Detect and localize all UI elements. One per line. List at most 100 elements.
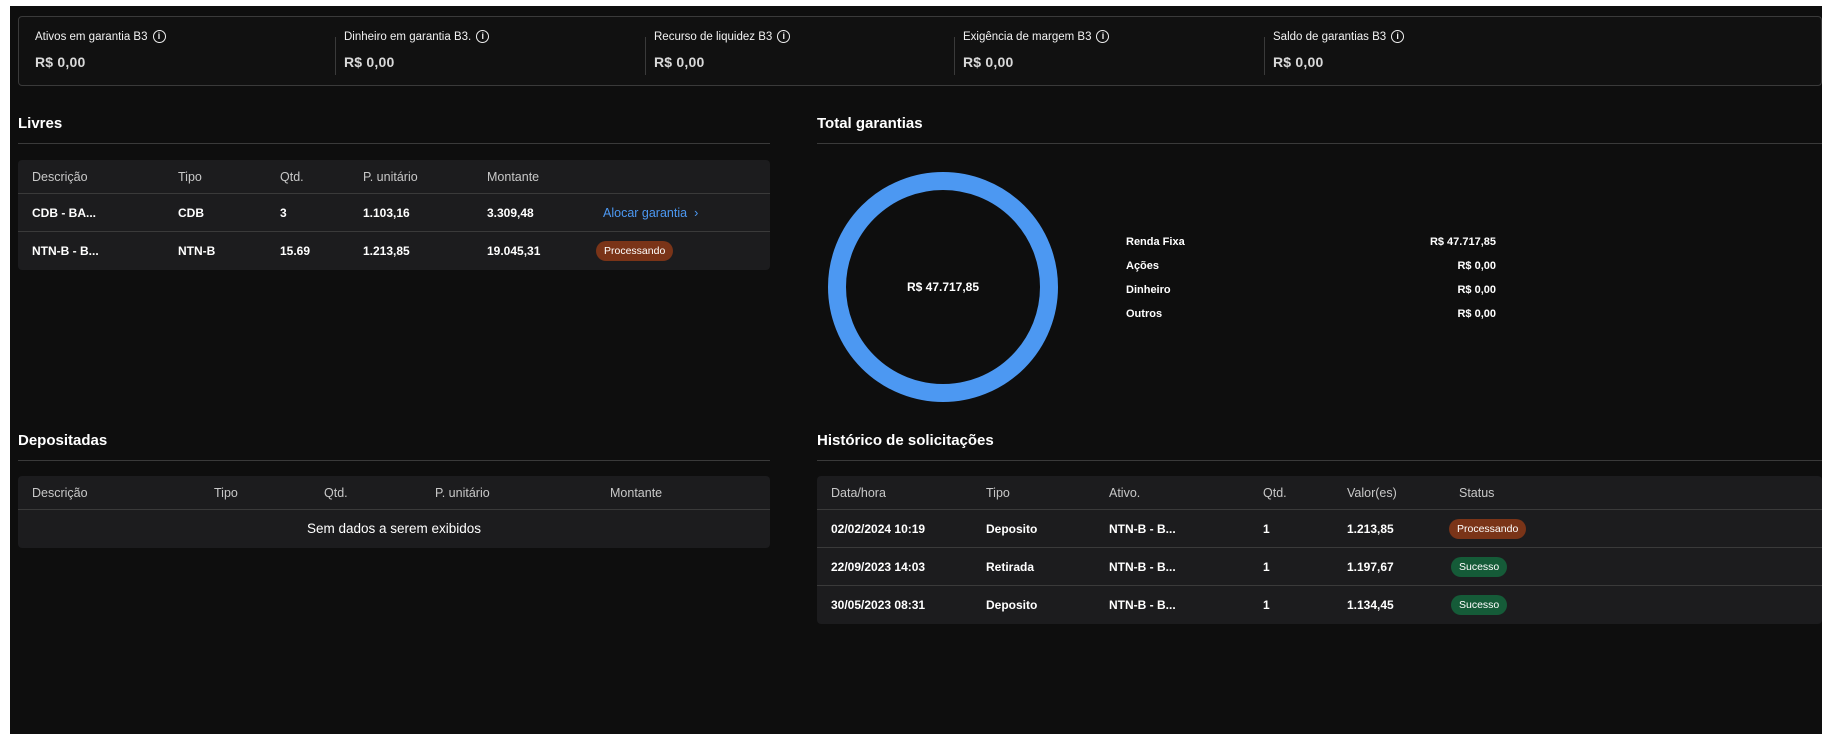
column-header[interactable]: P. unitário	[363, 160, 418, 193]
livres-title: Livres	[18, 115, 63, 132]
legend-item: Outros R$ 0,00	[1126, 308, 1496, 324]
cell-p-unitario: 1.103,16	[363, 205, 410, 220]
donut-chart: R$ 47.717,85	[827, 171, 1059, 403]
summary-value: R$ 0,00	[1273, 54, 1324, 70]
divider	[645, 37, 646, 75]
cell-valor: 1.197,67	[1347, 559, 1394, 574]
status-cell: Processando	[596, 232, 674, 269]
cell-tipo: Retirada	[986, 559, 1035, 574]
summary-value: R$ 0,00	[654, 54, 705, 70]
status-badge: Sucesso	[1451, 556, 1508, 577]
column-header[interactable]: Valor(es)	[1347, 476, 1397, 509]
summary-label: Dinheiro em garantia B3.	[344, 30, 472, 43]
divider	[954, 37, 955, 75]
link-label: Alocar garantia	[603, 205, 688, 220]
status-cell: Processando	[1449, 510, 1527, 547]
table-row: 02/02/2024 10:19 Deposito NTN-B - B... 1…	[817, 510, 1822, 548]
livres-table: Descrição Tipo Qtd. P. unitário Montante…	[18, 160, 770, 270]
historico-table: Data/hora Tipo Ativo. Qtd. Valor(es) Sta…	[817, 476, 1822, 624]
column-header[interactable]: Status	[1459, 476, 1494, 509]
legend-label: Dinheiro	[1126, 284, 1171, 296]
garantias-page: Ativos em garantia B3 i R$ 0,00 Dinheiro …	[10, 6, 1822, 734]
column-header[interactable]: Descrição	[32, 160, 88, 193]
divider	[335, 37, 336, 75]
cell-valor: 1.134,45	[1347, 597, 1394, 612]
cell-data: 30/05/2023 08:31	[831, 597, 926, 612]
legend-value: R$ 47.717,85	[1429, 236, 1496, 248]
cell-qtd: 1	[1263, 521, 1270, 536]
cell-valor: 1.213,85	[1347, 521, 1394, 536]
summary-label: Recurso de liquidez B3	[654, 30, 773, 43]
column-header[interactable]: Tipo	[214, 476, 238, 509]
table-row: 22/09/2023 14:03 Retirada NTN-B - B... 1…	[817, 548, 1822, 586]
chevron-right-icon: ›	[694, 205, 699, 220]
table-row: NTN-B - B... NTN-B 15.69 1.213,85 19.045…	[18, 232, 770, 269]
info-icon[interactable]: i	[1391, 30, 1405, 43]
column-header[interactable]: Descrição	[32, 476, 88, 509]
empty-row: Sem dados a serem exibidos	[18, 510, 770, 547]
table-header: Data/hora Tipo Ativo. Qtd. Valor(es) Sta…	[817, 476, 1822, 510]
summary-label: Ativos em garantia B3	[35, 30, 148, 43]
table-header: Descrição Tipo Qtd. P. unitário Montante	[18, 160, 770, 194]
summary-saldo: Saldo de garantias B3 i R$ 0,00	[1273, 30, 1405, 70]
column-header[interactable]: Ativo.	[1109, 476, 1140, 509]
summary-bar: Ativos em garantia B3 i R$ 0,00 Dinheiro …	[18, 16, 1822, 86]
table-header: Descrição Tipo Qtd. P. unitário Montante	[18, 476, 770, 510]
cell-montante: 3.309,48	[487, 205, 534, 220]
divider	[1264, 37, 1265, 75]
cell-ativo: NTN-B - B...	[1109, 521, 1176, 536]
legend-label: Renda Fixa	[1126, 236, 1185, 248]
historico-title: Histórico de solicitações	[817, 432, 994, 449]
cell-descricao: CDB - BA...	[32, 205, 96, 220]
column-header[interactable]: Tipo	[178, 160, 202, 193]
table-row: 30/05/2023 08:31 Deposito NTN-B - B... 1…	[817, 586, 1822, 623]
cell-montante: 19.045,31	[487, 243, 541, 258]
cell-data: 22/09/2023 14:03	[831, 559, 926, 574]
column-header[interactable]: P. unitário	[435, 476, 490, 509]
cell-ativo: NTN-B - B...	[1109, 559, 1176, 574]
column-header[interactable]: Data/hora	[831, 476, 886, 509]
column-header[interactable]: Qtd.	[324, 476, 348, 509]
legend-label: Ações	[1126, 260, 1160, 272]
cell-tipo: Deposito	[986, 521, 1038, 536]
cell-descricao: NTN-B - B...	[32, 243, 99, 258]
section-divider	[817, 460, 1822, 461]
legend-label: Outros	[1126, 308, 1163, 320]
status-cell: Sucesso	[1451, 586, 1508, 623]
info-icon[interactable]: i	[152, 30, 166, 43]
section-divider	[18, 460, 770, 461]
cell-qtd: 1	[1263, 597, 1270, 612]
summary-value: R$ 0,00	[35, 54, 86, 70]
table-row: CDB - BA... CDB 3 1.103,16 3.309,48 Aloc…	[18, 194, 770, 232]
status-badge: Processando	[1449, 518, 1527, 539]
donut-center-label: R$ 47.717,85	[906, 280, 980, 294]
column-header[interactable]: Qtd.	[280, 160, 304, 193]
depositadas-title: Depositadas	[18, 432, 108, 449]
info-icon[interactable]: i	[476, 30, 490, 43]
total-garantias-title: Total garantias	[817, 115, 923, 132]
legend-value: R$ 0,00	[1457, 308, 1496, 320]
cell-p-unitario: 1.213,85	[363, 243, 410, 258]
cell-qtd: 15.69	[280, 243, 311, 258]
summary-exigencia: Exigência de margem B3 i R$ 0,00	[963, 30, 1110, 70]
column-header[interactable]: Montante	[610, 476, 662, 509]
summary-value: R$ 0,00	[963, 54, 1014, 70]
column-header[interactable]: Qtd.	[1263, 476, 1287, 509]
alocar-garantia-link[interactable]: Alocar garantia ›	[603, 194, 698, 231]
legend-item: Dinheiro R$ 0,00	[1126, 284, 1496, 300]
info-icon[interactable]: i	[777, 30, 791, 43]
legend-value: R$ 0,00	[1457, 260, 1496, 272]
depositadas-table: Descrição Tipo Qtd. P. unitário Montante…	[18, 476, 770, 548]
cell-tipo: CDB	[178, 205, 204, 220]
status-cell: Sucesso	[1451, 548, 1508, 585]
cell-tipo: Deposito	[986, 597, 1038, 612]
cell-qtd: 1	[1263, 559, 1270, 574]
summary-value: R$ 0,00	[344, 54, 395, 70]
column-header[interactable]: Tipo	[986, 476, 1010, 509]
empty-message: Sem dados a serem exibidos	[306, 521, 482, 536]
legend-item: Renda Fixa R$ 47.717,85	[1126, 236, 1496, 252]
info-icon[interactable]: i	[1096, 30, 1110, 43]
column-header[interactable]: Montante	[487, 160, 539, 193]
cell-ativo: NTN-B - B...	[1109, 597, 1176, 612]
summary-label: Saldo de garantias B3	[1273, 30, 1387, 43]
